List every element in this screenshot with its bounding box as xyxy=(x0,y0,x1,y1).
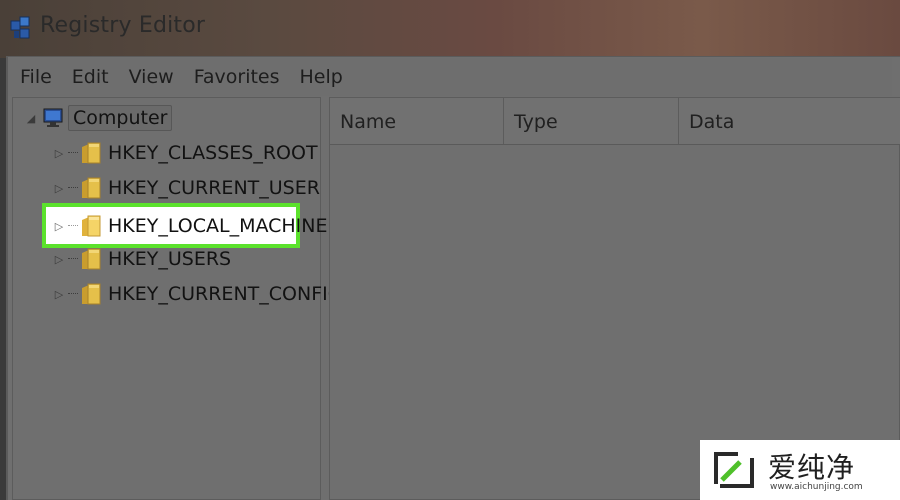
expand-icon[interactable]: ▷ xyxy=(52,181,66,195)
tree-item-hkey-current-config[interactable]: ▷ HKEY_CURRENT_CONFIG xyxy=(52,279,343,309)
expand-icon[interactable]: ▷ xyxy=(52,287,66,301)
folder-icon xyxy=(82,283,101,305)
column-header-type[interactable]: Type xyxy=(504,98,679,145)
menu-help[interactable]: Help xyxy=(300,66,343,88)
menu-favorites[interactable]: Favorites xyxy=(194,66,280,88)
tree-item-computer[interactable]: ◢ Computer xyxy=(24,103,173,133)
window-title: Registry Editor xyxy=(40,13,206,38)
tree-item-hkey-local-machine[interactable]: ▷ HKEY_LOCAL_MACHINE xyxy=(52,211,328,241)
title-bar: Registry Editor xyxy=(0,0,900,58)
menu-file[interactable]: File xyxy=(20,66,52,88)
tree-connector xyxy=(68,152,78,154)
menu-edit[interactable]: Edit xyxy=(72,66,109,88)
tree-label: HKEY_LOCAL_MACHINE xyxy=(108,215,328,237)
tree-item-hkey-classes-root[interactable]: ▷ HKEY_CLASSES_ROOT xyxy=(52,138,318,168)
menu-bar: File Edit View Favorites Help xyxy=(8,58,892,96)
column-header-label: Name xyxy=(340,110,397,133)
folder-icon xyxy=(82,215,101,237)
expand-icon[interactable]: ▷ xyxy=(52,146,66,160)
tree-label-computer: Computer xyxy=(68,105,173,131)
column-header-name[interactable]: Name xyxy=(330,98,504,145)
tree-label: HKEY_USERS xyxy=(108,248,232,270)
watermark-logo-icon xyxy=(714,452,754,488)
computer-icon xyxy=(43,108,63,127)
column-header-label: Type xyxy=(514,110,558,133)
folder-icon xyxy=(82,142,101,164)
watermark-subtext: www.aichunjing.com xyxy=(770,482,863,492)
column-header-label: Data xyxy=(689,110,735,133)
tree-label: HKEY_CLASSES_ROOT xyxy=(108,142,318,164)
registry-editor-icon xyxy=(10,16,30,39)
tree-item-hkey-current-user[interactable]: ▷ HKEY_CURRENT_USER xyxy=(52,173,320,203)
collapse-icon[interactable]: ◢ xyxy=(24,111,38,125)
watermark: 爱纯净 www.aichunjing.com xyxy=(700,440,900,500)
menu-view[interactable]: View xyxy=(129,66,174,88)
expand-icon[interactable]: ▷ xyxy=(52,219,66,233)
tree-connector xyxy=(68,225,78,227)
tree-connector xyxy=(68,258,78,260)
tree-label: HKEY_CURRENT_USER xyxy=(108,177,320,199)
folder-icon xyxy=(82,248,101,270)
tree-item-hkey-users[interactable]: ▷ HKEY_USERS xyxy=(52,244,231,274)
header-divider xyxy=(330,144,900,145)
column-header-data[interactable]: Data xyxy=(679,98,900,145)
expand-icon[interactable]: ▷ xyxy=(52,252,66,266)
tree-label: HKEY_CURRENT_CONFIG xyxy=(108,283,343,305)
tree-connector xyxy=(68,187,78,189)
folder-icon xyxy=(82,177,101,199)
tree-connector xyxy=(68,293,78,295)
watermark-text: 爱纯净 xyxy=(768,451,856,484)
